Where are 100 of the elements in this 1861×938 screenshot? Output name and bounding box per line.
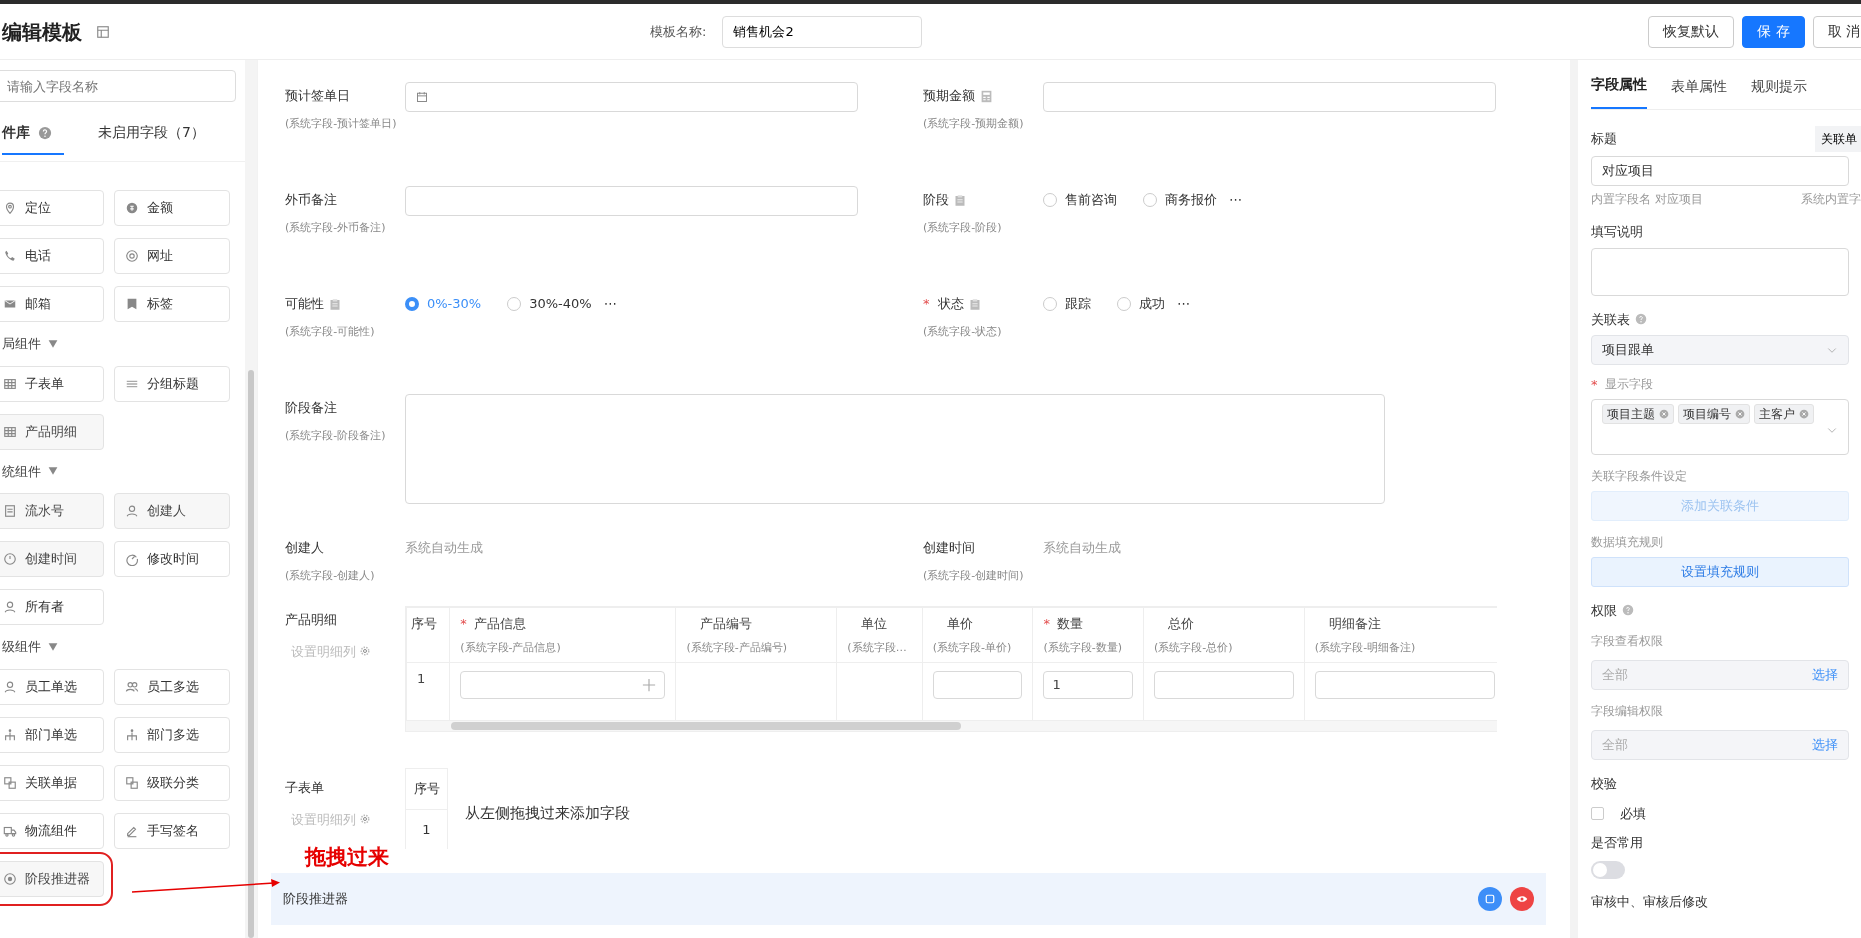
remove-icon	[1659, 408, 1669, 419]
text-field[interactable]	[405, 186, 858, 216]
picker-field[interactable]	[460, 671, 666, 699]
radio-option[interactable]: 成功	[1117, 294, 1165, 314]
component-item[interactable]: 标签	[114, 286, 230, 322]
component-item[interactable]: 修改时间	[114, 541, 230, 577]
person-icon	[3, 600, 17, 614]
column-header: 序号	[411, 616, 437, 631]
action-button[interactable]: 取 消	[1812, 15, 1861, 48]
component-item[interactable]: 子表单	[0, 365, 104, 402]
multi-select-field[interactable]: 项目主题 项目编号 主客户	[1591, 398, 1849, 455]
radio-option[interactable]: 跟踪	[1043, 294, 1091, 314]
component-item[interactable]: 员工多选	[114, 668, 230, 705]
caret-icon	[47, 466, 59, 477]
component-item[interactable]: 所有者	[0, 589, 104, 625]
tab[interactable]: 字段属性	[1591, 74, 1647, 109]
caret-icon	[47, 641, 59, 652]
calendar-icon	[416, 91, 428, 103]
number-field[interactable]	[1043, 82, 1496, 112]
save-button[interactable]: 保 存	[1742, 15, 1805, 48]
component-item[interactable]: 部门单选	[0, 716, 104, 753]
search-field[interactable]: 请输入字段名称	[0, 70, 236, 102]
more-icon[interactable]: ⋯	[1177, 294, 1190, 314]
tab[interactable]: 规则提示	[1751, 76, 1807, 109]
cell-input[interactable]: 1	[1043, 671, 1133, 699]
field-hint: (系统字段-预计签单日)	[285, 116, 398, 132]
checkbox[interactable]	[1591, 806, 1604, 820]
date-field[interactable]	[405, 82, 858, 112]
radio-option[interactable]: 30%-40%	[507, 294, 592, 314]
template-name-field[interactable]: 销售机会2	[722, 15, 923, 48]
required-mark: *	[1591, 376, 1598, 394]
clock-icon	[3, 552, 17, 566]
column-hint: (系统字段…	[847, 639, 908, 656]
cell-input[interactable]	[1314, 671, 1495, 699]
organization-icon	[3, 727, 17, 742]
coin-icon	[125, 201, 139, 215]
eye-icon	[1516, 893, 1528, 905]
column-header: 序号	[406, 769, 447, 810]
component-item[interactable]: 关联单据	[0, 764, 104, 801]
copy-button[interactable]	[1478, 887, 1502, 911]
tab[interactable]: 件库	[2, 122, 64, 155]
scrollbar[interactable]	[451, 722, 961, 730]
component-item[interactable]: 网址	[114, 238, 230, 274]
column-header: 明细备注	[1328, 615, 1381, 633]
scrollbar[interactable]	[248, 370, 254, 938]
title-field[interactable]: 对应项目	[1591, 156, 1849, 186]
field-label: 填写说明	[1591, 223, 1644, 241]
help-icon	[1622, 604, 1634, 617]
component-item[interactable]: 金额	[114, 190, 230, 226]
component-item[interactable]: 电话	[0, 238, 104, 274]
radio-target-icon	[3, 871, 17, 886]
field-label: 预期金额	[923, 87, 975, 106]
field-hint: (系统字段-阶段备注)	[285, 428, 387, 444]
field-label: 创建时间	[923, 539, 975, 558]
view-button[interactable]	[1510, 887, 1534, 911]
tab[interactable]: 表单属性	[1671, 76, 1727, 109]
component-item[interactable]: 物流组件	[0, 812, 104, 849]
field-label: 阶段推进器	[283, 890, 348, 909]
column-header: 单位	[861, 615, 888, 633]
component-item[interactable]: 部门多选	[114, 716, 230, 753]
text-area[interactable]	[405, 394, 1385, 504]
linked-squares-icon	[3, 775, 17, 790]
toggle-switch[interactable]	[1591, 860, 1625, 879]
column-header: 产品编号	[700, 615, 753, 633]
more-icon[interactable]: ⋯	[1229, 190, 1242, 210]
page-title: 编辑模板	[2, 18, 82, 46]
radio-option[interactable]: 商务报价	[1143, 190, 1217, 210]
required-mark: *	[923, 295, 930, 314]
component-item[interactable]: 分组标题	[114, 365, 230, 402]
field-hint: (系统字段-状态)	[923, 324, 1003, 340]
component-item[interactable]: 级联分类	[114, 764, 230, 801]
radio-option[interactable]: 售前咨询	[1043, 190, 1117, 210]
field-hint: (系统字段-可能性)	[285, 324, 376, 340]
related-button[interactable]: 关联单	[1815, 126, 1861, 152]
field-label: 外币备注	[285, 191, 337, 210]
cell-input[interactable]	[932, 671, 1023, 699]
tag[interactable]: 主客户	[1754, 403, 1814, 424]
field-note: 内置字段名 对应项目	[1591, 191, 1703, 208]
component-item[interactable]: 定位	[0, 190, 104, 226]
organization-icon	[125, 727, 139, 742]
phone-icon	[3, 249, 17, 263]
component-item[interactable]: 邮箱	[0, 286, 104, 322]
table-icon	[3, 376, 17, 391]
tag[interactable]: 项目主题	[1602, 403, 1674, 424]
component-item[interactable]: 手写签名	[114, 812, 230, 849]
action-button[interactable]: 恢复默认	[1648, 15, 1735, 48]
component-item[interactable]: 员工单选	[0, 668, 104, 705]
help-icon	[1635, 313, 1647, 326]
selected-field-bar[interactable]: 阶段推进器	[271, 873, 1546, 925]
field-label: 预计签单日	[285, 87, 350, 106]
tag[interactable]: 项目编号	[1678, 403, 1750, 424]
fill-rule-button[interactable]: 设置填充规则	[1591, 556, 1849, 587]
field-label: 数据填充规则	[1591, 533, 1664, 551]
select-field[interactable]: 项目跟单	[1591, 335, 1849, 365]
more-icon[interactable]: ⋯	[603, 294, 617, 314]
gear-icon	[359, 813, 371, 826]
tab[interactable]: 未启用字段（7）	[98, 122, 205, 153]
description-field[interactable]	[1591, 247, 1849, 296]
row-number: 1	[417, 671, 426, 686]
cell-input[interactable]	[1154, 671, 1294, 699]
